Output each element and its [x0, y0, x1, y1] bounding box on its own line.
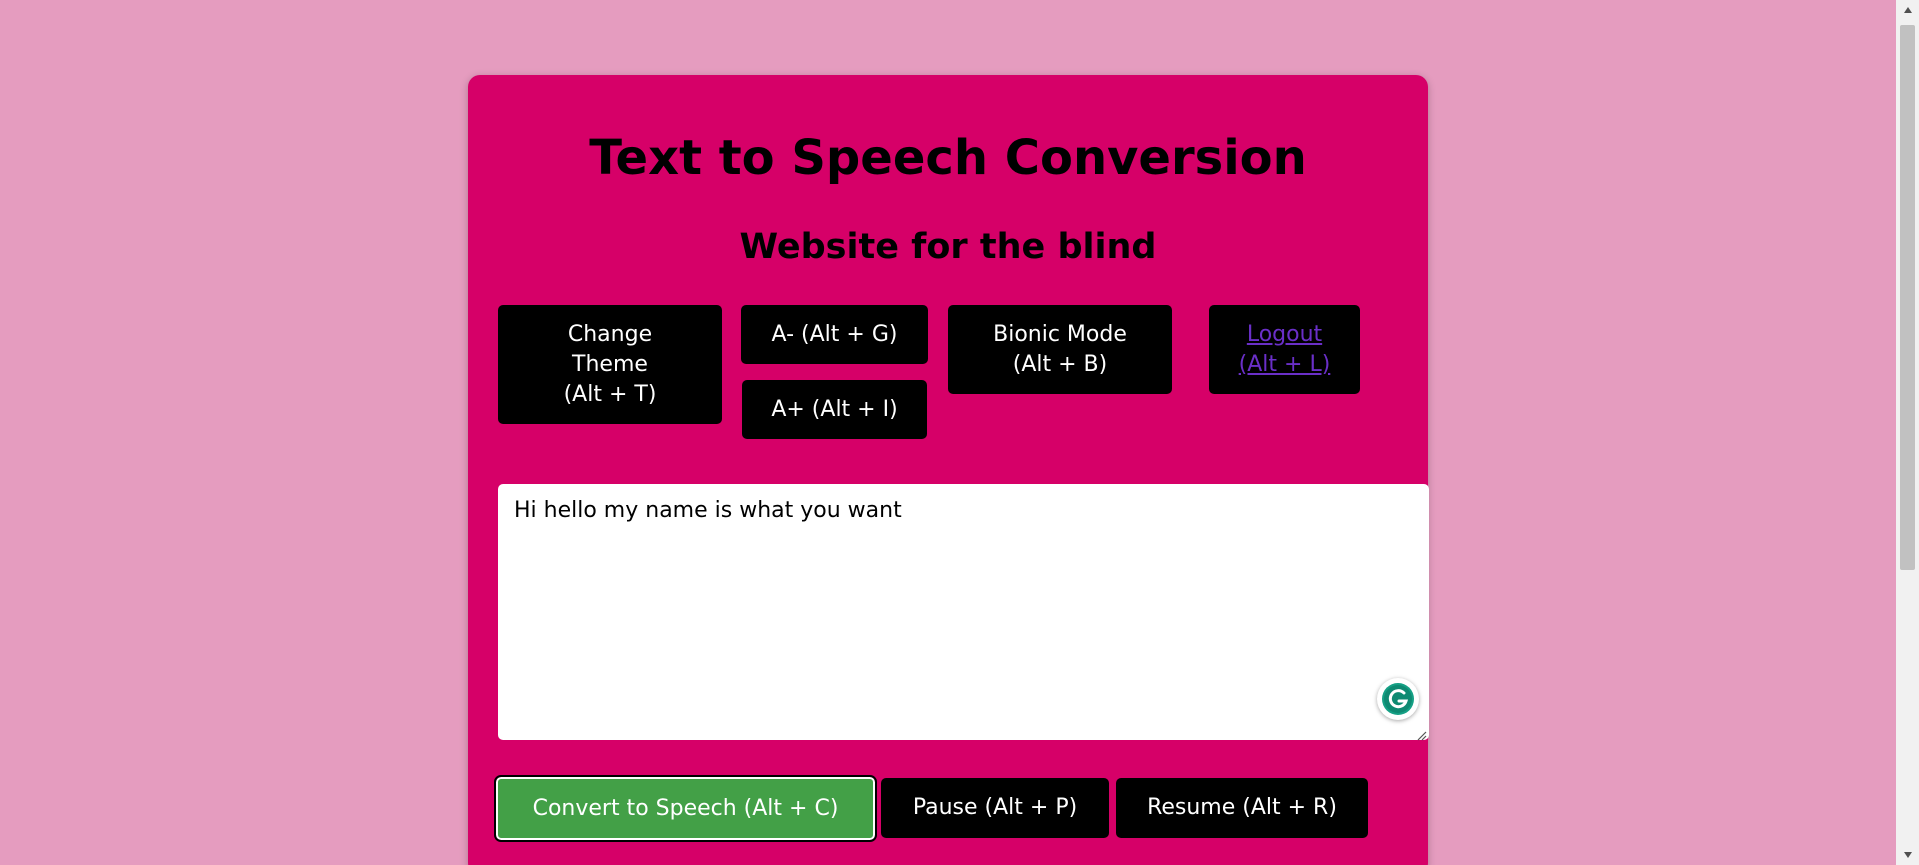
pause-button[interactable]: Pause (Alt + P) [881, 778, 1109, 838]
page-title: Text to Speech Conversion [589, 130, 1307, 186]
scroll-down-icon[interactable] [1896, 845, 1919, 865]
main-card: Text to Speech Conversion Website for th… [468, 75, 1429, 865]
logout-link[interactable]: Logout (Alt + L) [1239, 320, 1331, 380]
page: Text to Speech Conversion Website for th… [0, 0, 1919, 865]
grammarly-icon[interactable] [1377, 678, 1419, 720]
vertical-scrollbar[interactable] [1896, 0, 1919, 865]
bionic-mode-button[interactable]: Bionic Mode (Alt + B) [948, 305, 1172, 394]
scroll-thumb[interactable] [1900, 25, 1915, 570]
change-theme-button[interactable]: Change Theme (Alt + T) [498, 305, 722, 424]
increase-font-button[interactable]: A+ (Alt + I) [742, 380, 927, 439]
decrease-font-button[interactable]: A- (Alt + G) [741, 305, 928, 364]
resize-handle-icon[interactable] [1415, 726, 1427, 741]
convert-to-speech-button[interactable]: Convert to Speech (Alt + C) [494, 775, 877, 842]
text-input-container [498, 484, 1429, 741]
scroll-up-icon[interactable] [1896, 0, 1919, 20]
logout-button[interactable]: Logout (Alt + L) [1209, 305, 1360, 394]
text-input[interactable] [498, 484, 1429, 740]
page-subtitle: Website for the blind [739, 227, 1157, 267]
resume-button[interactable]: Resume (Alt + R) [1116, 778, 1368, 838]
